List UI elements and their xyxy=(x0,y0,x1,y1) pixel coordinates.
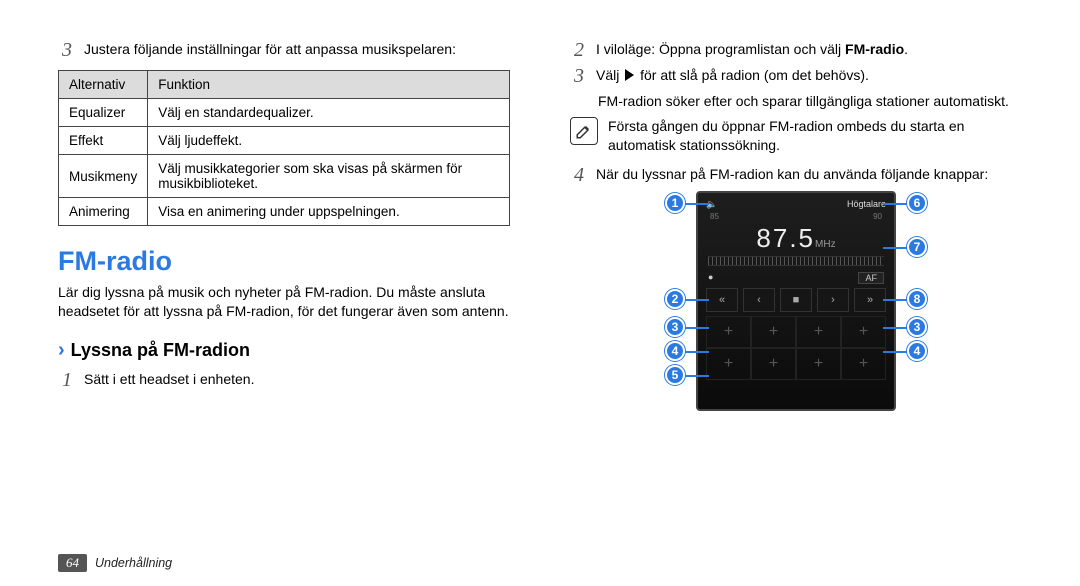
step-text: Sätt i ett headset i enheten. xyxy=(84,370,510,389)
band-right: 90 xyxy=(873,212,882,221)
table-row: Equalizer Välj en standardequalizer. xyxy=(59,99,510,127)
text-post: . xyxy=(904,41,908,57)
options-table: Alternativ Funktion Equalizer Välj en st… xyxy=(58,70,510,226)
frequency-display: 87.5MHz xyxy=(698,223,894,254)
band-left: 85 xyxy=(710,212,719,221)
callout-3-right: 3 xyxy=(907,317,927,337)
step-3-left: 3 Justera följande inställningar för att… xyxy=(58,40,510,60)
leader-line xyxy=(883,299,907,301)
left-column: 3 Justera följande inställningar för att… xyxy=(58,40,510,411)
cell-option: Musikmeny xyxy=(59,155,148,198)
cell-option: Equalizer xyxy=(59,99,148,127)
callout-7: 7 xyxy=(907,237,927,257)
text-post: för att slå på radion (om det behövs). xyxy=(636,67,869,83)
scan-next-button: » xyxy=(854,288,886,312)
leader-line xyxy=(883,203,907,205)
pencil-note-icon xyxy=(575,122,593,140)
step-number: 3 xyxy=(58,40,76,60)
page-footer: 64 Underhållning xyxy=(58,554,172,572)
cell-option: Effekt xyxy=(59,127,148,155)
step-number: 1 xyxy=(58,370,76,390)
page-number: 64 xyxy=(58,554,87,572)
leader-line xyxy=(685,375,709,377)
step-1-left: 1 Sätt i ett headset i enheten. xyxy=(58,370,510,390)
leader-line xyxy=(685,299,709,301)
freq-value: 87.5 xyxy=(756,223,815,253)
preset-cell: + xyxy=(841,316,886,348)
callout-4-left: 4 xyxy=(665,341,685,361)
step-2-right: 2 I viloläge: Öppna programlistan och vä… xyxy=(570,40,1022,60)
dial-scale xyxy=(708,256,884,266)
cell-function: Välj ljudeffekt. xyxy=(148,127,510,155)
table-row: Animering Visa en animering under uppspe… xyxy=(59,198,510,226)
record-icon: ● xyxy=(708,272,713,284)
step-3-right: 3 Välj för att slå på radion (om det beh… xyxy=(570,66,1022,86)
scan-prev-button: « xyxy=(706,288,738,312)
stop-button: ■ xyxy=(780,288,812,312)
control-row: « ‹ ■ › » xyxy=(698,286,894,314)
step-text: Välj för att slå på radion (om det behöv… xyxy=(596,66,1022,85)
step-4-right: 4 När du lyssnar på FM-radion kan du anv… xyxy=(570,165,1022,185)
step-number: 2 xyxy=(570,40,588,60)
note-icon xyxy=(570,117,598,145)
cell-function: Välj musikkategorier som ska visas på sk… xyxy=(148,155,510,198)
text-bold: FM-radio xyxy=(845,41,904,57)
right-column: 2 I viloläge: Öppna programlistan och vä… xyxy=(570,40,1022,411)
callout-8: 8 xyxy=(907,289,927,309)
intro-text: Lär dig lyssna på musik och nyheter på F… xyxy=(58,283,510,321)
section-heading-fm-radio: FM-radio xyxy=(58,246,510,277)
af-badge: AF xyxy=(858,272,884,284)
cell-function: Välj en standardequalizer. xyxy=(148,99,510,127)
callout-2: 2 xyxy=(665,289,685,309)
cell-function: Visa en animering under uppspelningen. xyxy=(148,198,510,226)
subheading-text: Lyssna på FM-radion xyxy=(71,340,250,361)
chevron-icon: › xyxy=(58,339,65,362)
next-button: › xyxy=(817,288,849,312)
step-text: Justera följande inställningar för att a… xyxy=(84,40,510,59)
step-text: I viloläge: Öppna programlistan och välj… xyxy=(596,40,1022,59)
th-option: Alternativ xyxy=(59,71,148,99)
leader-line xyxy=(685,203,709,205)
preset-cell: + xyxy=(841,348,886,380)
leader-line xyxy=(883,327,907,329)
text-pre: I viloläge: Öppna programlistan och välj xyxy=(596,41,845,57)
leader-line xyxy=(685,351,709,353)
table-row: Musikmeny Välj musikkategorier som ska v… xyxy=(59,155,510,198)
leader-line xyxy=(883,247,907,249)
table-row: Effekt Välj ljudeffekt. xyxy=(59,127,510,155)
note-text: Första gången du öppnar FM-radion ombeds… xyxy=(608,117,1022,155)
callout-5: 5 xyxy=(665,365,685,385)
leader-line xyxy=(883,351,907,353)
text-pre: Välj xyxy=(596,67,623,83)
callout-4-right: 4 xyxy=(907,341,927,361)
footer-section: Underhållning xyxy=(95,556,172,570)
preset-cell: + xyxy=(706,316,751,348)
callout-3-left: 3 xyxy=(665,317,685,337)
preset-grid: + + + + + + + + xyxy=(706,316,886,380)
preset-cell: + xyxy=(751,316,796,348)
fm-search-text: FM-radion söker efter och sparar tillgän… xyxy=(598,92,1022,111)
step-number: 4 xyxy=(570,165,588,185)
th-function: Funktion xyxy=(148,71,510,99)
callout-1: 1 xyxy=(665,193,685,213)
preset-cell: + xyxy=(796,348,841,380)
radio-illustration: 🔈 Högtalare 85 90 87.5MHz ● AF « ‹ xyxy=(661,191,931,411)
prev-button: ‹ xyxy=(743,288,775,312)
cell-option: Animering xyxy=(59,198,148,226)
step-number: 3 xyxy=(570,66,588,86)
preset-cell: + xyxy=(751,348,796,380)
radio-device: 🔈 Högtalare 85 90 87.5MHz ● AF « ‹ xyxy=(696,191,896,411)
output-label: Högtalare xyxy=(847,199,886,210)
step-text: När du lyssnar på FM-radion kan du använ… xyxy=(596,165,1022,184)
preset-cell: + xyxy=(706,348,751,380)
preset-cell: + xyxy=(796,316,841,348)
leader-line xyxy=(685,327,709,329)
subheading-listen: › Lyssna på FM-radion xyxy=(58,339,510,362)
note-block: Första gången du öppnar FM-radion ombeds… xyxy=(570,117,1022,155)
play-icon xyxy=(625,69,634,81)
callout-6: 6 xyxy=(907,193,927,213)
freq-unit: MHz xyxy=(815,239,836,250)
